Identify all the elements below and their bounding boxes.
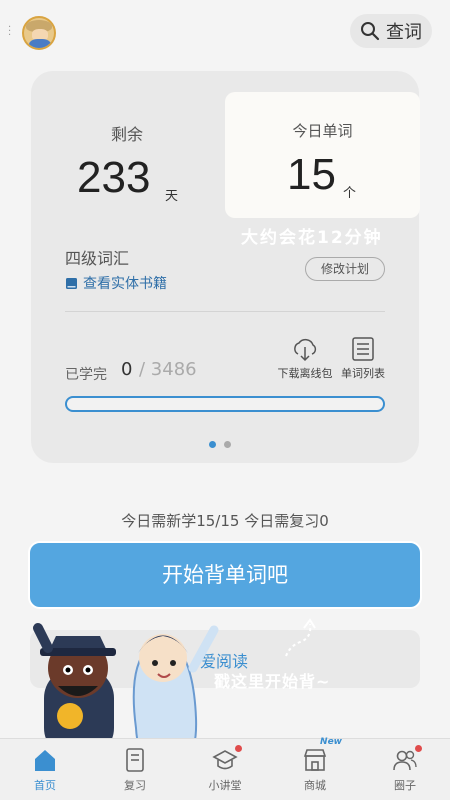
- plan-card: 剩余 233 天 今日单词 15 个 大约会花12分钟 四级词汇 查看实体书籍 …: [31, 71, 420, 463]
- learned-label: 已学完: [65, 367, 107, 383]
- circle-badge: [415, 745, 422, 752]
- search-label: 查词: [386, 22, 422, 43]
- graduation-cap-icon: [212, 750, 238, 770]
- home-icon: [35, 750, 55, 771]
- tab-label: 商城: [304, 779, 326, 792]
- today-label: 今日单词: [292, 122, 353, 140]
- app-root: · · · 查词 剩余 233 天 今日单词 15 个 大约会花12分钟 四级词汇 …: [0, 0, 450, 800]
- book-icon: [66, 277, 77, 289]
- download-label: 下载离线包: [277, 367, 333, 380]
- divider: [65, 311, 385, 312]
- tab-label: 复习: [124, 779, 146, 792]
- people-icon: [393, 750, 417, 771]
- start-memorize-button[interactable]: 开始背单词吧: [28, 541, 422, 609]
- tab-lecture[interactable]: 小讲堂: [195, 745, 255, 793]
- word-list-label: 单词列表: [341, 367, 385, 380]
- tab-home[interactable]: 首页: [15, 747, 75, 793]
- download-offline-button[interactable]: 下载离线包: [275, 336, 335, 381]
- pager-dot-active: [209, 441, 216, 448]
- search-icon: [361, 22, 380, 41]
- tab-label: 圈子: [394, 779, 416, 792]
- view-book-label: 查看实体书籍: [83, 276, 167, 292]
- estimate-text: 大约会花12分钟: [241, 228, 383, 248]
- search-button[interactable]: 查词: [350, 14, 432, 48]
- modify-plan-button[interactable]: 修改计划: [305, 257, 385, 281]
- more-dots-icon[interactable]: · · ·: [8, 23, 11, 41]
- cloud-download-icon: [294, 339, 317, 362]
- new-tag: New: [320, 737, 342, 747]
- remain-days: 233: [77, 153, 151, 202]
- learned-count: 0: [121, 359, 133, 380]
- pager-dot: [224, 441, 231, 448]
- word-list-button[interactable]: 单词列表: [333, 336, 393, 381]
- learn-progress-bar: [65, 396, 385, 412]
- today-need-summary: 今日需新学15/15 今日需复习0: [121, 512, 329, 530]
- view-book-link[interactable]: 查看实体书籍: [65, 273, 167, 293]
- tab-review[interactable]: 复习: [105, 747, 165, 793]
- tab-bar: 首页 复习 小讲堂 New 商城 圈子: [0, 737, 450, 800]
- review-book-icon: [126, 748, 144, 772]
- tab-label: 首页: [34, 779, 56, 792]
- tab-mall[interactable]: New 商城: [285, 737, 345, 793]
- remain-unit: 天: [165, 189, 179, 204]
- remain-label: 剩余: [111, 125, 144, 144]
- today-count: 15: [287, 150, 336, 199]
- today-unit: 个: [343, 186, 357, 201]
- lecture-badge: [235, 745, 242, 752]
- book-name: 四级词汇: [65, 249, 130, 268]
- tab-circle[interactable]: 圈子: [375, 745, 435, 793]
- store-icon: [303, 749, 327, 771]
- user-avatar[interactable]: [22, 16, 56, 50]
- hint-arrow-icon: [285, 618, 316, 657]
- card-pager[interactable]: [209, 441, 231, 448]
- today-words-box[interactable]: 今日单词 15 个: [225, 92, 420, 218]
- list-icon: [352, 337, 374, 361]
- learned-total: / 3486: [139, 359, 197, 380]
- hint-text: 戳这里开始背~: [214, 672, 331, 691]
- tab-label: 小讲堂: [208, 779, 242, 792]
